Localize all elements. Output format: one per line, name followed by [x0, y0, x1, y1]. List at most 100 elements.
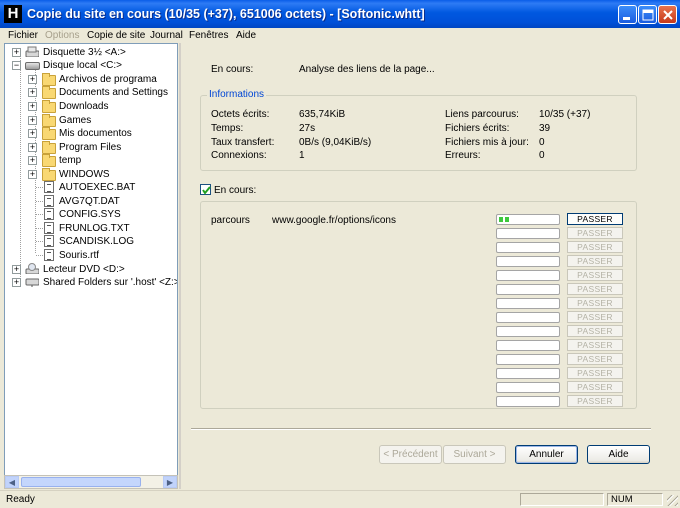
- next-button[interactable]: Suivant >: [443, 445, 506, 464]
- folder-icon: [42, 114, 56, 127]
- transfer-progress-bar: [496, 340, 560, 351]
- tree-item-label: CONFIG.SYS: [59, 209, 121, 220]
- expand-icon[interactable]: +: [28, 156, 37, 165]
- skip-button[interactable]: PASSER: [567, 339, 623, 351]
- tree-item-file[interactable]: FRUNLOG.TXT: [5, 222, 177, 235]
- help-button[interactable]: Aide: [587, 445, 650, 464]
- skip-button[interactable]: PASSER: [567, 255, 623, 267]
- tree-item-local-disk[interactable]: − Disque local <C:>: [5, 59, 177, 72]
- tree-item-folder[interactable]: + Games: [5, 114, 177, 127]
- transfer-progress-bar: [496, 298, 560, 309]
- tree-item-folder[interactable]: + Documents and Settings: [5, 86, 177, 99]
- tree-item-file[interactable]: CONFIG.SYS: [5, 208, 177, 221]
- separator: [191, 428, 651, 430]
- expand-icon[interactable]: +: [28, 170, 37, 179]
- links-scanned-label: Liens parcourus:: [445, 109, 519, 120]
- tree-item-label: Documents and Settings: [59, 87, 168, 98]
- skip-button[interactable]: PASSER: [567, 283, 623, 295]
- files-written-value: 39: [539, 123, 551, 134]
- menu-bar: Fichier Options Copie de site Journal Fe…: [0, 28, 680, 43]
- menu-options[interactable]: Options: [45, 28, 79, 43]
- expand-icon[interactable]: +: [12, 48, 21, 57]
- close-icon: [663, 10, 673, 20]
- num-lock-indicator: NUM: [607, 493, 663, 506]
- cancel-button[interactable]: Annuler: [515, 445, 578, 464]
- scroll-left-icon[interactable]: ◀: [5, 476, 19, 488]
- bytes-written-label: Octets écrits:: [211, 109, 270, 120]
- expand-icon[interactable]: +: [28, 88, 37, 97]
- in-progress-label: En cours:: [214, 185, 257, 196]
- expand-icon[interactable]: +: [12, 278, 21, 287]
- minimize-button[interactable]: [618, 5, 637, 24]
- scrollbar-thumb[interactable]: [21, 477, 141, 487]
- menu-aide[interactable]: Aide: [236, 28, 256, 43]
- tree-item-folder[interactable]: + temp: [5, 154, 177, 167]
- skip-button[interactable]: PASSER: [567, 367, 623, 379]
- tree-item-folder[interactable]: + Program Files: [5, 141, 177, 154]
- links-scanned-value: 10/35 (+37): [539, 109, 591, 120]
- tree-item-folder[interactable]: + Archivos de programa: [5, 73, 177, 86]
- folder-icon: [42, 100, 56, 113]
- dvd-drive-icon: [25, 263, 39, 274]
- transfer-progress-bar: [496, 312, 560, 323]
- tree-item-dvd[interactable]: + Lecteur DVD <D:>: [5, 263, 177, 276]
- in-progress-checkbox[interactable]: [200, 184, 211, 195]
- title-bar[interactable]: H Copie du site en cours (10/35 (+37), 6…: [0, 0, 680, 28]
- tree-item-file[interactable]: Souris.rtf: [5, 249, 177, 262]
- transfer-progress-bar: [496, 256, 560, 267]
- skip-button[interactable]: PASSER: [567, 297, 623, 309]
- file-icon: [44, 208, 54, 220]
- skip-button[interactable]: PASSER: [567, 227, 623, 239]
- errors-label: Erreurs:: [445, 150, 481, 161]
- menu-copie-de-site[interactable]: Copie de site: [87, 28, 145, 43]
- collapse-icon[interactable]: −: [12, 61, 21, 70]
- menu-fenetres[interactable]: Fenêtres: [189, 28, 228, 43]
- tree-item-file[interactable]: AUTOEXEC.BAT: [5, 181, 177, 194]
- skip-button[interactable]: PASSER: [567, 311, 623, 323]
- folder-icon: [42, 73, 56, 86]
- tree-item-folder[interactable]: + WINDOWS: [5, 168, 177, 181]
- floppy-drive-icon: [25, 46, 39, 57]
- skip-button[interactable]: PASSER: [567, 241, 623, 253]
- info-group-title: Informations: [207, 89, 267, 100]
- hard-drive-icon: [25, 62, 40, 70]
- tree-item-folder[interactable]: + Downloads: [5, 100, 177, 113]
- expand-icon[interactable]: +: [12, 265, 21, 274]
- transfer-action: parcours: [211, 215, 250, 226]
- skip-button[interactable]: PASSER: [567, 213, 623, 225]
- skip-button[interactable]: PASSER: [567, 353, 623, 365]
- resize-grip-icon[interactable]: [667, 495, 678, 506]
- folder-tree[interactable]: + Disquette 3½ <A:> − Disque local <C:> …: [4, 43, 178, 489]
- progress-fill: [499, 217, 511, 222]
- expand-icon[interactable]: +: [28, 129, 37, 138]
- previous-button[interactable]: < Précédent: [379, 445, 442, 464]
- close-button[interactable]: [658, 5, 677, 24]
- tree-horizontal-scrollbar[interactable]: ◀ ▶: [4, 475, 178, 489]
- scroll-right-icon[interactable]: ▶: [163, 476, 177, 488]
- menu-fichier[interactable]: Fichier: [8, 28, 38, 43]
- expand-icon[interactable]: +: [28, 143, 37, 152]
- skip-button[interactable]: PASSER: [567, 269, 623, 281]
- tree-item-label: Lecteur DVD <D:>: [43, 264, 125, 275]
- window-title: Copie du site en cours (10/35 (+37), 651…: [27, 7, 425, 21]
- connections-value: 1: [299, 150, 305, 161]
- tree-item-shared-folders[interactable]: + Shared Folders sur '.host' <Z:>: [5, 276, 177, 289]
- status-bar-text: Ready: [6, 494, 35, 505]
- tree-item-file[interactable]: AVG7QT.DAT: [5, 195, 177, 208]
- transfer-progress-bar: [496, 382, 560, 393]
- tree-item-folder[interactable]: + Mis documentos: [5, 127, 177, 140]
- expand-icon[interactable]: +: [28, 75, 37, 84]
- progress-panel: En cours: Analyse des liens de la page..…: [181, 43, 676, 489]
- skip-button[interactable]: PASSER: [567, 381, 623, 393]
- menu-journal[interactable]: Journal: [150, 28, 183, 43]
- skip-button[interactable]: PASSER: [567, 325, 623, 337]
- file-icon: [44, 249, 54, 261]
- expand-icon[interactable]: +: [28, 116, 37, 125]
- tree-item-file[interactable]: SCANDISK.LOG: [5, 235, 177, 248]
- tree-item-floppy[interactable]: + Disquette 3½ <A:>: [5, 46, 177, 59]
- file-icon: [44, 181, 54, 193]
- files-updated-value: 0: [539, 137, 545, 148]
- expand-icon[interactable]: +: [28, 102, 37, 111]
- skip-button[interactable]: PASSER: [567, 395, 623, 407]
- maximize-button[interactable]: [638, 5, 657, 24]
